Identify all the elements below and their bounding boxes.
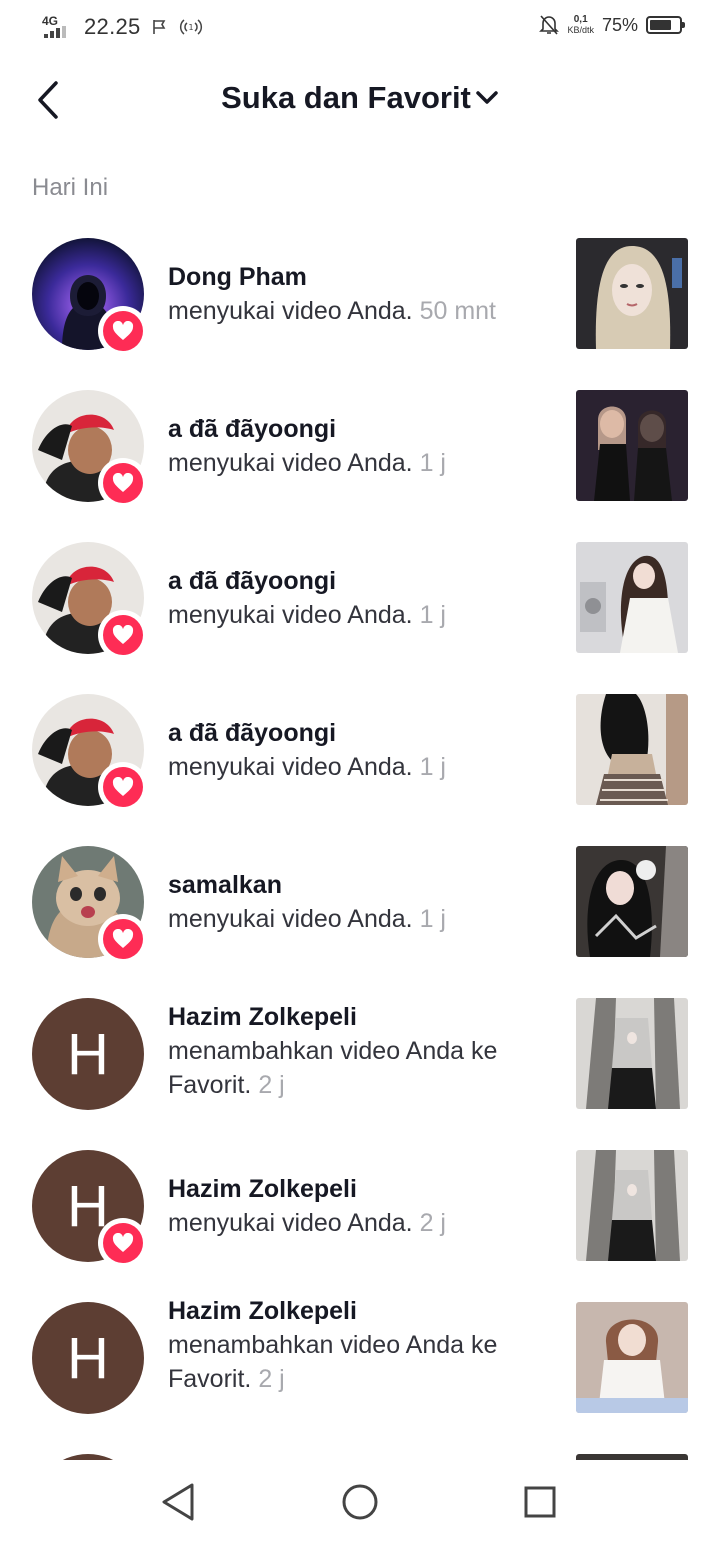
notification-time: 1 j: [419, 449, 446, 477]
nav-recents-button[interactable]: [520, 1482, 560, 1522]
notification-time: 50 mnt: [419, 297, 496, 325]
heart-icon: [112, 777, 134, 796]
video-thumbnail[interactable]: [576, 238, 688, 349]
notification-list[interactable]: Dong Pham menyukai video Anda. 50 mnt a …: [0, 224, 720, 1544]
notification-message: menyukai video Anda. 1 j: [168, 753, 446, 781]
notification-item[interactable]: a đã đãyoongi menyukai video Anda. 1 j: [0, 528, 720, 680]
like-badge: [98, 458, 148, 508]
username[interactable]: a đã đãyoongi: [168, 564, 548, 598]
notification-message: menyukai video Anda. 1 j: [168, 905, 446, 933]
notification-time: 2 j: [419, 1209, 446, 1237]
video-thumbnail[interactable]: [576, 390, 688, 501]
notification-message: menyukai video Anda. 2 j: [168, 1209, 446, 1237]
header: Suka dan Favorit: [0, 58, 720, 142]
notification-message: menyukai video Anda. 1 j: [168, 601, 446, 629]
video-thumbnail[interactable]: [576, 1302, 688, 1413]
hotspot-icon: 1: [179, 19, 202, 35]
notification-item[interactable]: Dong Pham menyukai video Anda. 50 mnt: [0, 224, 720, 376]
title-dropdown[interactable]: Suka dan Favorit: [0, 80, 720, 116]
like-badge: [98, 762, 148, 812]
heart-icon: [112, 321, 134, 340]
notification-item[interactable]: samalkan menyukai video Anda. 1 j: [0, 832, 720, 984]
notification-time: 1 j: [419, 905, 446, 933]
notification-message: menambahkan video Anda ke Favorit. 2 j: [168, 1037, 498, 1099]
network-speed: 0,1 KB/dtk: [567, 14, 594, 36]
chevron-down-icon: [476, 91, 498, 104]
like-badge: [98, 306, 148, 356]
like-badge: [98, 1218, 148, 1268]
username[interactable]: a đã đãyoongi: [168, 412, 548, 446]
nav-home-button[interactable]: [340, 1482, 380, 1522]
svg-text:1: 1: [188, 23, 193, 32]
notification-item[interactable]: H Hazim Zolkepeli menyukai video Anda. 2…: [0, 1136, 720, 1288]
notification-message: menyukai video Anda. 50 mnt: [168, 297, 496, 325]
avatar[interactable]: H: [32, 998, 144, 1110]
notification-item[interactable]: a đã đãyoongi menyukai video Anda. 1 j: [0, 376, 720, 528]
video-thumbnail[interactable]: [576, 542, 688, 653]
avatar-letter: H: [67, 1325, 109, 1391]
username[interactable]: a đã đãyoongi: [168, 716, 548, 750]
video-thumbnail[interactable]: [576, 998, 688, 1109]
flag-icon: [152, 20, 165, 34]
notification-item[interactable]: H Hazim Zolkepeli menambahkan video Anda…: [0, 984, 720, 1136]
heart-icon: [112, 625, 134, 644]
triangle-back-icon: [162, 1483, 194, 1521]
avatar[interactable]: H: [32, 1302, 144, 1414]
system-nav-bar: [0, 1460, 720, 1544]
notification-item[interactable]: H Hazim Zolkepeli menambahkan video Anda…: [0, 1288, 720, 1440]
section-header: Hari Ini: [32, 174, 109, 201]
page-title: Suka dan Favorit: [221, 80, 471, 115]
battery-icon: [646, 16, 685, 34]
status-time: 22.25: [84, 14, 141, 39]
notification-item[interactable]: a đã đãyoongi menyukai video Anda. 1 j: [0, 680, 720, 832]
nav-back-button[interactable]: [158, 1482, 198, 1522]
heart-icon: [112, 929, 134, 948]
username[interactable]: samalkan: [168, 868, 548, 902]
notification-time: 1 j: [419, 753, 446, 781]
signal-icon: 4G: [40, 14, 74, 40]
notification-time: 2 j: [258, 1071, 285, 1099]
username[interactable]: Hazim Zolkepeli: [168, 1172, 548, 1206]
like-badge: [98, 610, 148, 660]
mute-bell-icon: [539, 15, 560, 35]
username[interactable]: Hazim Zolkepeli: [168, 1000, 548, 1034]
username[interactable]: Dong Pham: [168, 260, 548, 294]
notification-message: menambahkan video Anda ke Favorit. 2 j: [168, 1331, 498, 1393]
heart-icon: [112, 1233, 134, 1252]
video-thumbnail[interactable]: [576, 846, 688, 957]
video-thumbnail[interactable]: [576, 694, 688, 805]
battery-percent: 75%: [601, 14, 638, 35]
like-badge: [98, 914, 148, 964]
status-bar: 4G 22.25 1 0,1 KB/dtk 75%: [0, 0, 720, 58]
username[interactable]: Hazim Zolkepeli: [168, 1294, 548, 1328]
avatar-letter: H: [67, 1021, 109, 1087]
notification-message: menyukai video Anda. 1 j: [168, 449, 446, 477]
notification-time: 2 j: [258, 1365, 285, 1393]
heart-icon: [112, 473, 134, 492]
circle-home-icon: [342, 1484, 378, 1520]
square-recents-icon: [524, 1486, 556, 1518]
video-thumbnail[interactable]: [576, 1150, 688, 1261]
notification-time: 1 j: [419, 601, 446, 629]
